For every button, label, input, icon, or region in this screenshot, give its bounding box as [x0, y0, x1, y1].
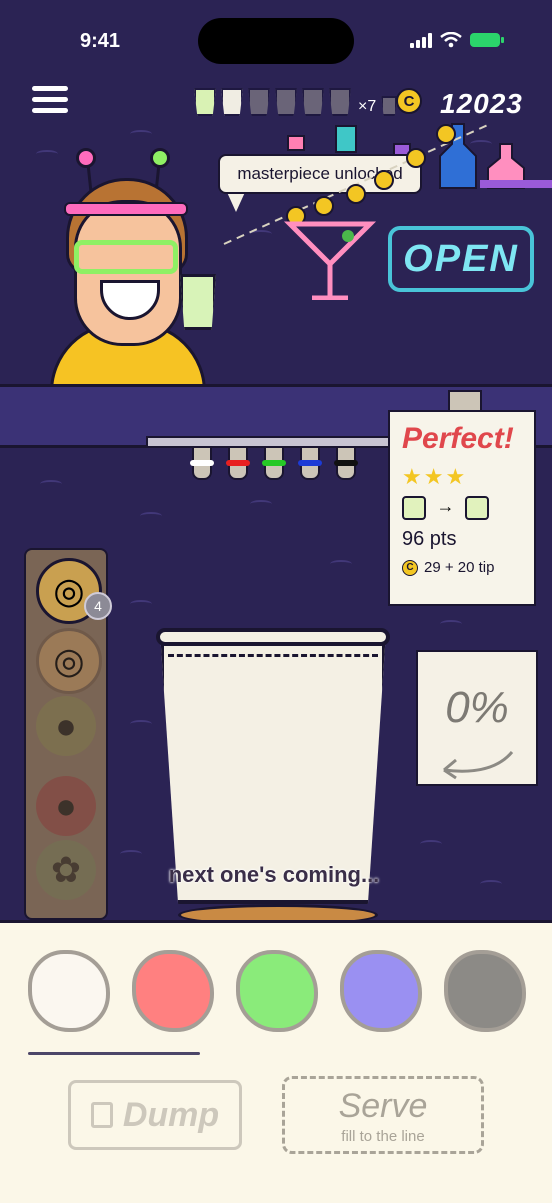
color-swatch-red[interactable] [132, 950, 214, 1032]
coin-icon: C [396, 88, 422, 114]
tip-value: 29 + 20 tip [424, 559, 495, 576]
cherry-icon[interactable]: ● [36, 776, 96, 836]
star-rating: ★★★ [402, 464, 468, 489]
cup-icon [302, 88, 324, 116]
dump-label: Dump [122, 1095, 220, 1134]
selection-underline [28, 1052, 200, 1055]
signal-icon [410, 32, 432, 48]
arrow-icon: → [436, 496, 455, 517]
tap-green[interactable] [262, 446, 286, 480]
color-transition: → [402, 496, 522, 520]
cup-progress: ×7 [194, 88, 398, 116]
tap-red[interactable] [226, 446, 250, 480]
serve-button[interactable]: Serve fill to the line [282, 1076, 484, 1154]
tap-black[interactable] [334, 446, 358, 480]
to-color-swatch [464, 496, 489, 520]
color-swatch-green[interactable] [236, 950, 318, 1032]
color-swatch-white[interactable] [28, 950, 110, 1032]
trash-icon [90, 1102, 113, 1128]
tap-row [190, 446, 358, 480]
status-time: 9:41 [80, 30, 121, 52]
coin-count: 12023 [440, 88, 523, 119]
camera-notch [198, 18, 354, 64]
cups-multiplier: ×7 [358, 98, 377, 115]
cup-rim [156, 628, 390, 646]
fill-line [168, 654, 378, 657]
cup-icon [248, 88, 270, 116]
color-swatch-blue[interactable] [340, 950, 422, 1032]
cup-icon [275, 88, 297, 116]
cup-icon [194, 88, 216, 116]
garnish-count-badge: 4 [84, 592, 112, 620]
from-color-swatch [402, 496, 426, 520]
fill-percent-card: 0% [416, 650, 538, 786]
curved-arrow-icon [443, 751, 514, 780]
orange-slice-icon[interactable]: ◎ [36, 628, 102, 694]
headband [64, 202, 188, 216]
receipt-title: Perfect! [402, 422, 514, 455]
serve-hint: fill to the line [341, 1128, 425, 1145]
wifi-icon [440, 32, 462, 48]
mint-leaf-icon[interactable]: ✿ [36, 840, 96, 900]
cup-icon [221, 88, 243, 116]
cup-icon [329, 88, 351, 116]
points-value: 96 pts [402, 528, 457, 550]
next-order-message: next one's coming... [168, 862, 380, 887]
tip-row: C 29 + 20 tip [402, 559, 522, 576]
olive-icon[interactable]: ● [36, 696, 96, 756]
order-receipt: Perfect! ★★★ → 96 pts C 29 + 20 tip [388, 410, 536, 606]
coin-icon: C [402, 559, 418, 576]
open-sign: OPEN [388, 226, 534, 292]
dump-button[interactable]: Dump [68, 1080, 242, 1150]
glasses [74, 240, 178, 274]
serve-label: Serve [338, 1087, 428, 1125]
tap-white[interactable] [190, 446, 214, 480]
color-swatch-black[interactable] [444, 950, 526, 1032]
menu-button[interactable] [32, 86, 68, 118]
battery-icon [470, 33, 504, 47]
cup-icon [381, 96, 398, 116]
fill-percent: 0% [445, 683, 509, 732]
tap-blue[interactable] [298, 446, 322, 480]
status-icons [410, 32, 504, 48]
held-glass [180, 274, 216, 330]
